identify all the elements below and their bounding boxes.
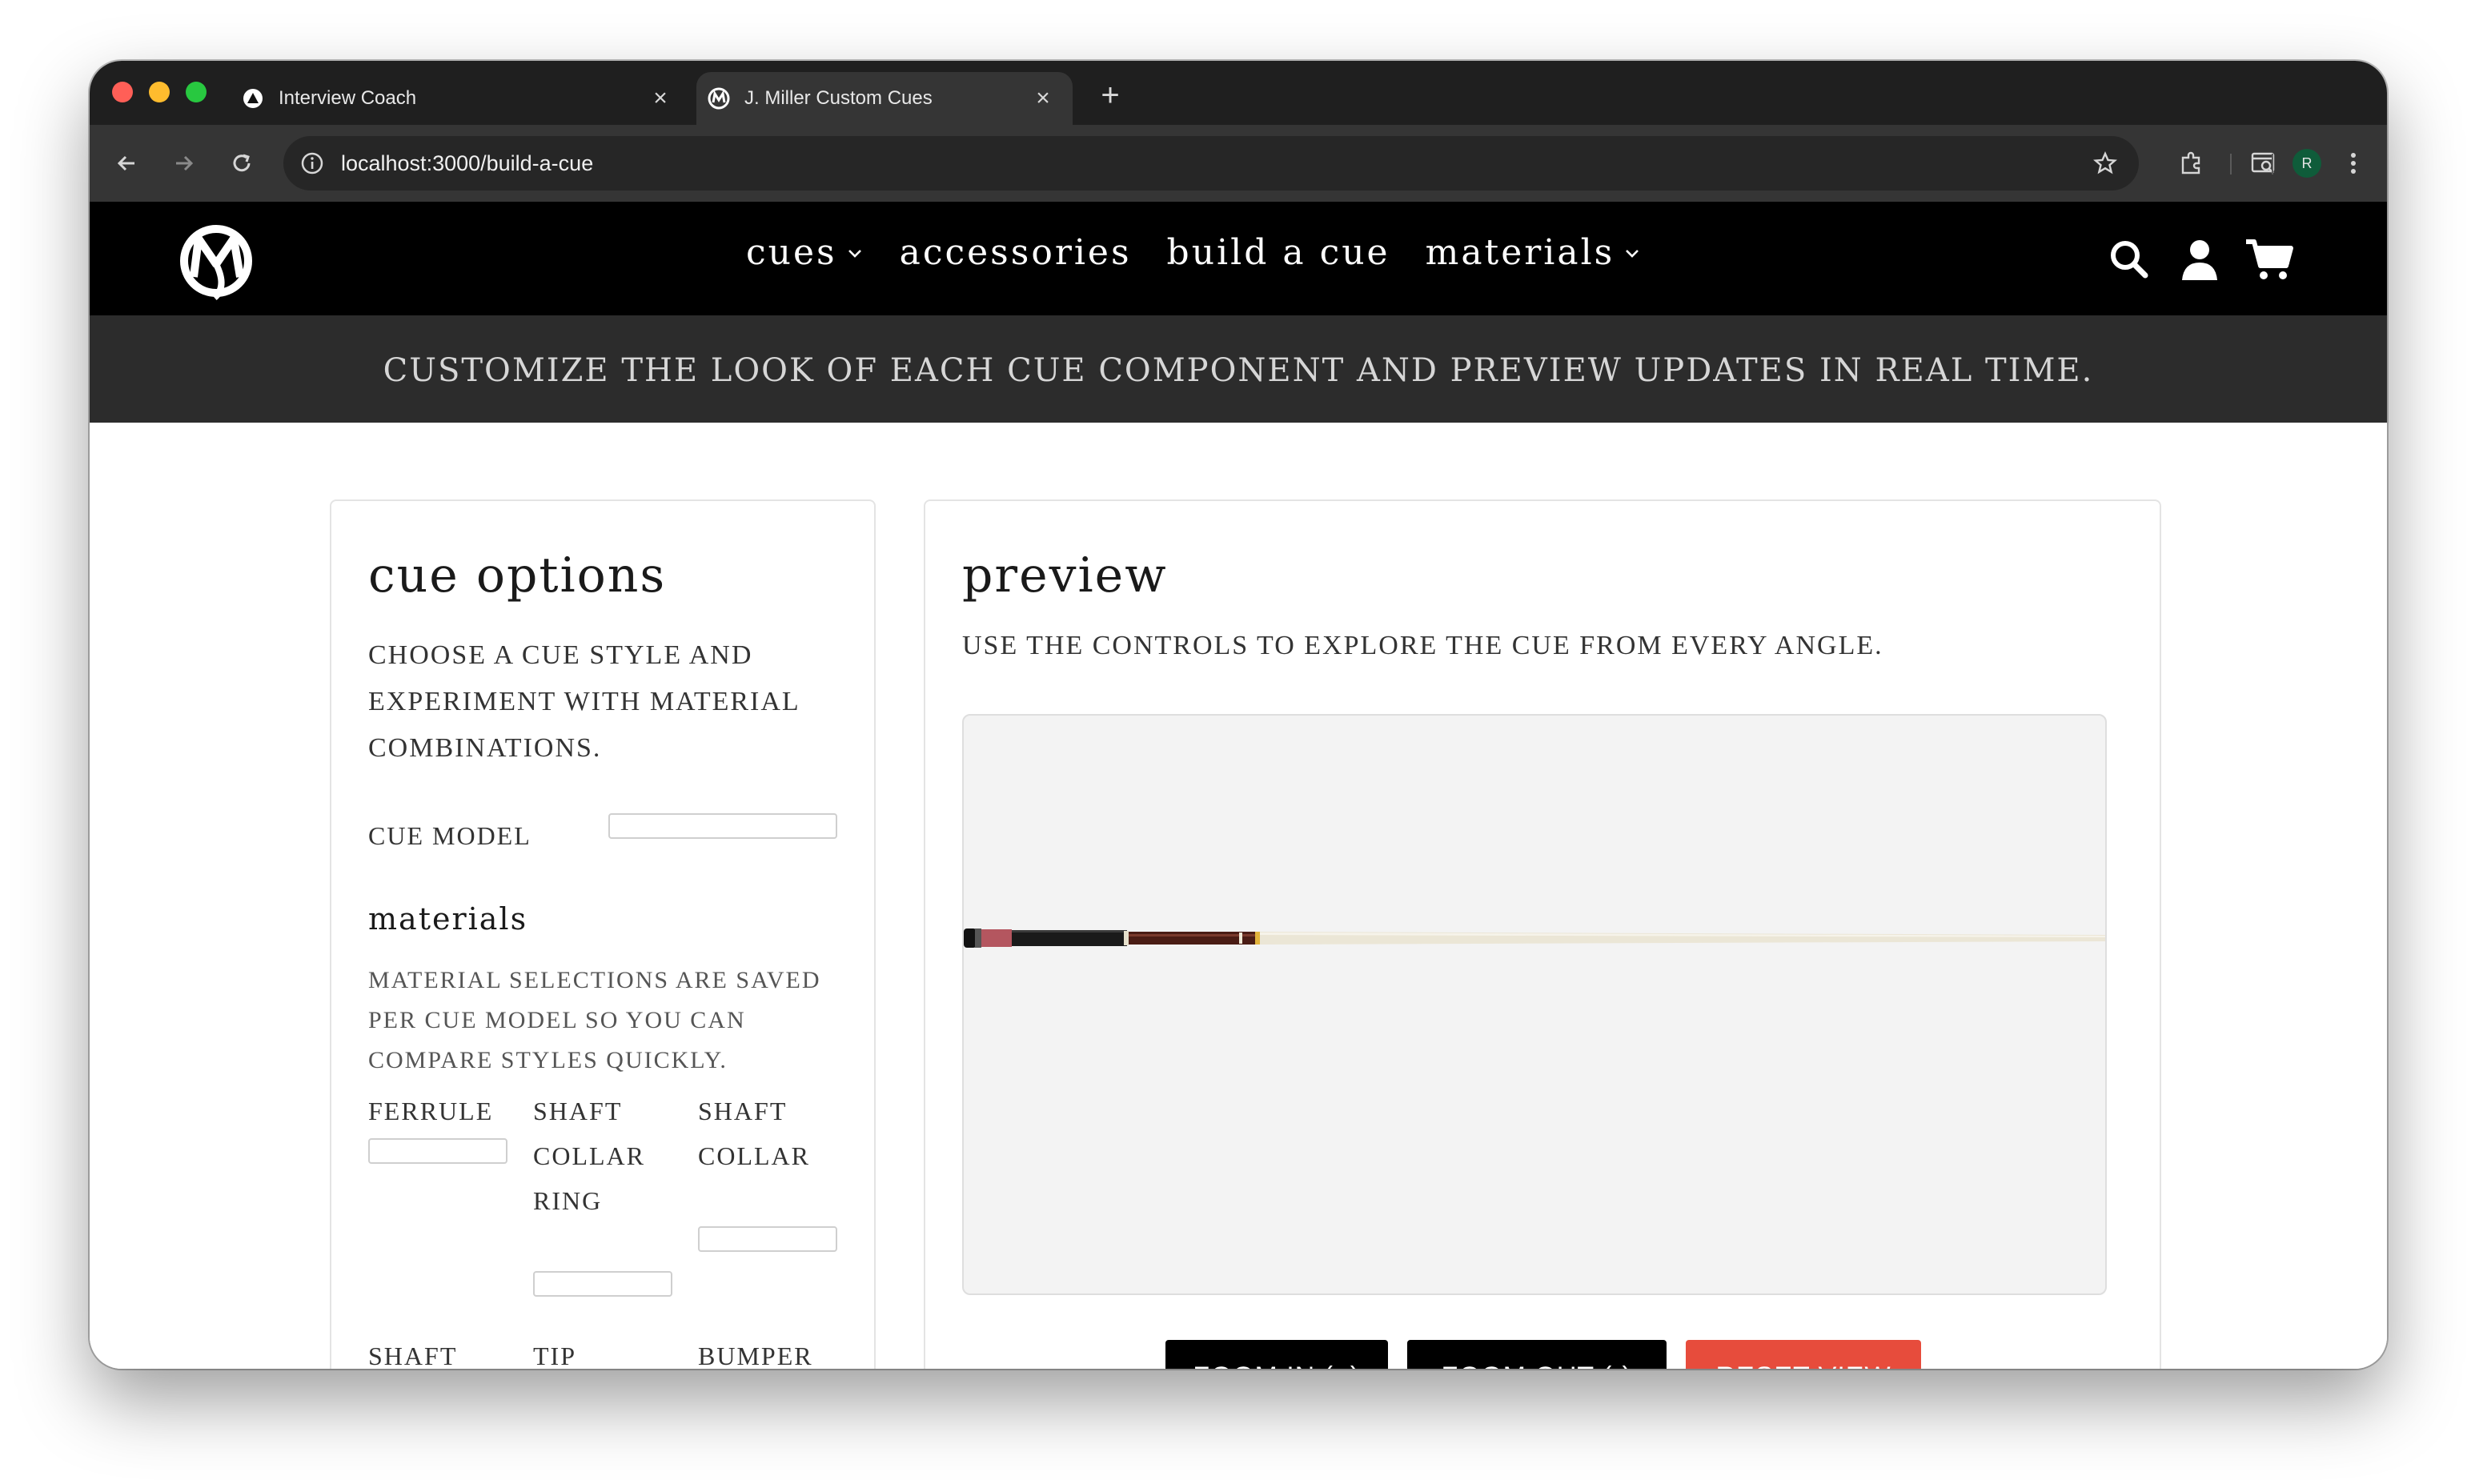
nav-cues[interactable]: cues (746, 232, 864, 273)
jm-logo-icon (704, 84, 733, 113)
nav-accessories[interactable]: accessories (900, 232, 1132, 273)
cue-bumper-ring (975, 929, 981, 948)
cue-options-title: cue options (368, 547, 667, 604)
tab-title: Interview Coach (279, 87, 417, 109)
page-viewport: CUSTOMIZE THE LOOK OF EACH CUE COMPONENT… (90, 202, 2387, 1369)
tab-jmiller[interactable]: J. Miller Custom Cues × (696, 72, 1073, 125)
url-text: localhost:3000/build-a-cue (341, 150, 594, 175)
tab-search-icon[interactable] (2243, 142, 2284, 184)
profile-avatar[interactable]: R (2292, 149, 2321, 178)
preview-panel: preview Use the controls to explore the … (924, 499, 2161, 1369)
account-icon[interactable] (2177, 237, 2222, 282)
browser-window: Interview Coach × J. Miller Custom Cues … (90, 61, 2387, 1369)
forward-icon[interactable] (163, 142, 205, 184)
nav-label: build a cue (1166, 232, 1390, 273)
preview-title: preview (962, 547, 1168, 604)
shaft-label: Shaft (368, 1342, 458, 1369)
reload-icon[interactable] (221, 142, 263, 184)
shaft-collar-label: Shaft collar (698, 1097, 810, 1170)
reset-view-button[interactable]: RESET VIEW (1686, 1340, 1921, 1369)
shaft-collar-ring-select[interactable] (533, 1271, 672, 1297)
bumper-label: Bumper (698, 1342, 813, 1369)
cue-model-select[interactable] (608, 813, 837, 839)
preview-description: Use the controls to explore the cue from… (962, 631, 1883, 660)
triangle-logo-icon (239, 84, 267, 113)
maximize-window-button[interactable] (186, 82, 207, 102)
bookmark-star-icon[interactable] (2088, 146, 2123, 181)
search-icon[interactable] (2107, 237, 2152, 282)
minimize-window-button[interactable] (149, 82, 170, 102)
ferrule-select[interactable] (368, 1138, 507, 1164)
address-bar[interactable]: localhost:3000/build-a-cue (283, 136, 2139, 191)
nav-materials[interactable]: materials (1426, 232, 1643, 273)
jm-logo-icon[interactable] (170, 218, 269, 301)
new-tab-button[interactable]: + (1090, 75, 1130, 115)
browser-toolbar: localhost:3000/build-a-cue R (90, 125, 2387, 202)
tab-strip: Interview Coach × J. Miller Custom Cues … (90, 61, 2387, 125)
toolbar-separator (2272, 154, 2273, 174)
ferrule-label: Ferrule (368, 1097, 494, 1125)
close-window-button[interactable] (112, 82, 133, 102)
site-info-icon[interactable] (296, 147, 328, 179)
shaft-collar-ring-label: Shaft collar ring (533, 1097, 645, 1215)
chevron-down-icon (848, 249, 861, 258)
nav-label: cues (746, 232, 837, 273)
kebab-menu-icon[interactable] (2333, 142, 2374, 184)
materials-description: Material selections are saved per cue mo… (368, 967, 821, 1073)
materials-title: materials (368, 901, 528, 937)
zoom-out-button[interactable]: ZOOM OUT (-) (1407, 1340, 1667, 1369)
site-header: cues accessories build a cue materials (90, 202, 2387, 315)
toolbar-separator (2230, 154, 2232, 174)
nav-label: materials (1425, 232, 1615, 273)
nav-label: accessories (899, 232, 1132, 273)
cue-forearm (1127, 932, 1255, 945)
chevron-down-icon (1626, 249, 1639, 258)
tab-close-icon[interactable]: × (647, 85, 674, 112)
cue-preview-canvas[interactable] (962, 714, 2107, 1295)
cue-options-panel: cue options Choose a cue style and exper… (330, 499, 876, 1369)
zoom-in-button[interactable]: ZOOM IN (+) (1165, 1340, 1388, 1369)
tab-close-icon[interactable]: × (1029, 85, 1057, 112)
cue-joint (1255, 932, 1260, 945)
tip-label: Tip (533, 1342, 576, 1369)
cart-icon[interactable] (2244, 237, 2296, 282)
main-menu: cues accessories build a cue materials (746, 232, 1642, 273)
cue-bumper (964, 929, 977, 948)
nav-build-a-cue[interactable]: build a cue (1167, 232, 1390, 273)
back-icon[interactable] (106, 142, 147, 184)
shaft-collar-select[interactable] (698, 1226, 837, 1252)
cue-butt-sleeve (981, 929, 1012, 947)
hero-subtitle: CUSTOMIZE THE LOOK OF EACH CUE COMPONENT… (383, 352, 2094, 389)
cue-options-description: Choose a cue style and experiment with m… (368, 640, 800, 763)
tab-interview-coach[interactable]: Interview Coach × (231, 72, 690, 125)
cue-model (964, 929, 2105, 948)
tab-title: J. Miller Custom Cues (744, 87, 933, 109)
extensions-icon[interactable] (2171, 142, 2212, 184)
cue-model-label: Cue model (368, 821, 532, 850)
